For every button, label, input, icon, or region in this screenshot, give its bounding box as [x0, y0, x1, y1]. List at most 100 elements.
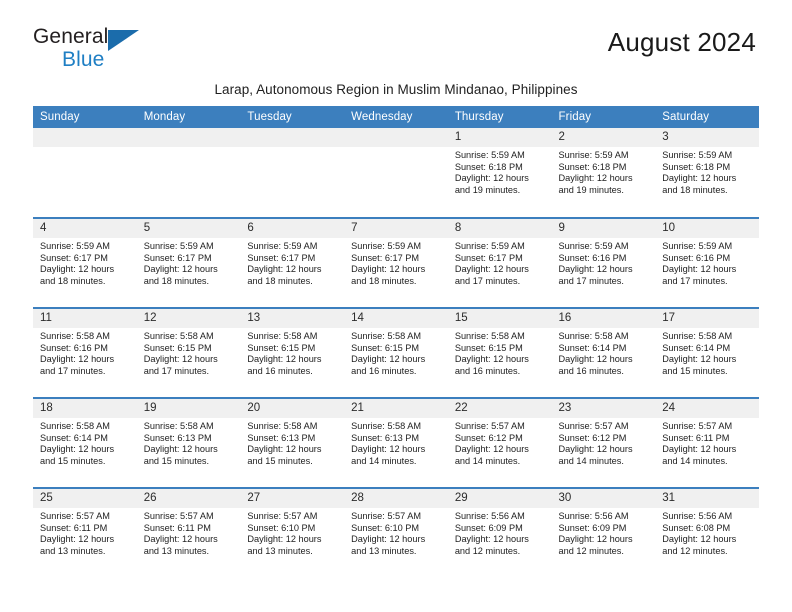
calendar-day-cell[interactable]: 4 Sunrise: 5:59 AM Sunset: 6:17 PM Daylight…	[33, 217, 137, 308]
day-sun-info: Sunrise: 5:59 AM Sunset: 6:16 PM Daylight:…	[655, 238, 759, 287]
sunrise-text: Sunrise: 5:57 AM	[143, 511, 214, 521]
calendar-day-cell[interactable]: 9 Sunrise: 5:59 AM Sunset: 6:16 PM Daylight…	[551, 217, 656, 308]
sunrise-text: Sunrise: 5:58 AM	[662, 331, 733, 341]
calendar-day-cell[interactable]: 10 Sunrise: 5:59 AM Sunset: 6:16 PM Dayligh…	[655, 217, 759, 308]
day-sun-info: Sunrise: 5:57 AM Sunset: 6:12 PM Daylight:…	[552, 418, 656, 467]
day-sun-info: Sunrise: 5:57 AM Sunset: 6:10 PM Daylight:…	[240, 508, 344, 557]
calendar-day-cell[interactable]: 25 Sunrise: 5:57 AM Sunset: 6:11 PM Dayligh…	[33, 487, 137, 578]
calendar-day-cell[interactable]: 13 Sunrise: 5:58 AM Sunset: 6:15 PM Dayligh…	[240, 307, 345, 398]
daylight-text: Daylight: 12 hours and 16 minutes.	[247, 354, 322, 376]
daylight-text: Daylight: 12 hours and 16 minutes.	[558, 354, 633, 376]
sunrise-text: Sunrise: 5:59 AM	[351, 241, 422, 251]
day-sun-info: Sunrise: 5:59 AM Sunset: 6:17 PM Daylight:…	[137, 238, 241, 287]
day-sun-info: Sunrise: 5:57 AM Sunset: 6:11 PM Daylight:…	[655, 418, 759, 467]
calendar-day-cell[interactable]: 19 Sunrise: 5:58 AM Sunset: 6:13 PM Dayligh…	[136, 397, 241, 488]
daylight-text: Daylight: 12 hours and 13 minutes.	[40, 534, 115, 556]
daylight-text: Daylight: 12 hours and 18 minutes.	[351, 264, 426, 286]
calendar-day-cell[interactable]: 11 Sunrise: 5:58 AM Sunset: 6:16 PM Dayligh…	[33, 307, 137, 398]
day-number: 11	[33, 309, 137, 328]
calendar-week-row: 4 Sunrise: 5:59 AM Sunset: 6:17 PM Daylight…	[33, 217, 759, 308]
sunrise-text: Sunrise: 5:57 AM	[662, 421, 733, 431]
general-blue-logo[interactable]: General Blue	[33, 26, 153, 72]
logo-primary-text: General	[33, 25, 109, 48]
day-number: 9	[551, 219, 656, 238]
sunset-text: Sunset: 6:15 PM	[454, 342, 523, 353]
weekday-header-saturday: Saturday	[655, 106, 759, 128]
calendar-day-cell[interactable]: 14 Sunrise: 5:58 AM Sunset: 6:15 PM Dayligh…	[344, 307, 448, 398]
page-title: August 2024	[607, 27, 756, 57]
day-sun-info: Sunrise: 5:59 AM Sunset: 6:17 PM Daylight:…	[344, 238, 448, 287]
calendar-day-cell[interactable]: 20 Sunrise: 5:58 AM Sunset: 6:13 PM Dayligh…	[240, 397, 345, 488]
calendar-day-cell[interactable]: 23 Sunrise: 5:57 AM Sunset: 6:12 PM Dayligh…	[551, 397, 656, 488]
logo-secondary-text: Blue	[62, 48, 105, 71]
daylight-text: Daylight: 12 hours and 15 minutes.	[247, 444, 322, 466]
day-number: 3	[655, 128, 759, 147]
daylight-text: Daylight: 12 hours and 16 minutes.	[351, 354, 426, 376]
calendar-day-cell-empty	[136, 128, 241, 218]
sunset-text: Sunset: 6:13 PM	[351, 432, 420, 443]
sunset-text: Sunset: 6:11 PM	[40, 522, 108, 533]
calendar-day-cell[interactable]: 17 Sunrise: 5:58 AM Sunset: 6:14 PM Dayligh…	[655, 307, 759, 398]
sunset-text: Sunset: 6:10 PM	[247, 522, 316, 533]
daylight-text: Daylight: 12 hours and 19 minutes.	[454, 173, 529, 195]
calendar-day-cell[interactable]: 30 Sunrise: 5:56 AM Sunset: 6:09 PM Dayligh…	[551, 487, 656, 578]
weekday-header-tuesday: Tuesday	[240, 106, 345, 128]
day-sun-info: Sunrise: 5:56 AM Sunset: 6:09 PM Daylight:…	[552, 508, 656, 557]
day-number: 21	[344, 399, 448, 418]
day-number: 10	[655, 219, 759, 238]
calendar-day-cell[interactable]: 1 Sunrise: 5:59 AM Sunset: 6:18 PM Daylight…	[447, 128, 552, 218]
calendar-day-cell[interactable]: 18 Sunrise: 5:58 AM Sunset: 6:14 PM Dayligh…	[33, 397, 137, 488]
sunset-text: Sunset: 6:14 PM	[40, 432, 108, 443]
day-sun-info: Sunrise: 5:59 AM Sunset: 6:18 PM Daylight:…	[655, 147, 759, 196]
calendar-day-cell[interactable]: 27 Sunrise: 5:57 AM Sunset: 6:10 PM Dayligh…	[240, 487, 345, 578]
daylight-text: Daylight: 12 hours and 13 minutes.	[247, 534, 322, 556]
calendar-day-cell[interactable]: 12 Sunrise: 5:58 AM Sunset: 6:15 PM Dayligh…	[136, 307, 241, 398]
day-sun-info: Sunrise: 5:58 AM Sunset: 6:16 PM Daylight:…	[33, 328, 137, 377]
day-sun-info: Sunrise: 5:58 AM Sunset: 6:14 PM Daylight:…	[33, 418, 137, 467]
calendar-day-cell[interactable]: 29 Sunrise: 5:56 AM Sunset: 6:09 PM Dayligh…	[447, 487, 552, 578]
day-number: 27	[240, 489, 345, 508]
calendar-day-cell[interactable]: 2 Sunrise: 5:59 AM Sunset: 6:18 PM Daylight…	[551, 128, 656, 218]
calendar-day-cell-empty	[240, 128, 345, 218]
calendar-day-cell-empty	[344, 128, 448, 218]
calendar-day-cell[interactable]: 8 Sunrise: 5:59 AM Sunset: 6:17 PM Daylight…	[447, 217, 552, 308]
day-sun-info: Sunrise: 5:58 AM Sunset: 6:15 PM Daylight:…	[137, 328, 241, 377]
calendar-day-cell[interactable]: 16 Sunrise: 5:58 AM Sunset: 6:14 PM Dayligh…	[551, 307, 656, 398]
calendar-day-cell[interactable]: 28 Sunrise: 5:57 AM Sunset: 6:10 PM Dayligh…	[344, 487, 448, 578]
daylight-text: Daylight: 12 hours and 12 minutes.	[558, 534, 633, 556]
calendar-day-cell[interactable]: 3 Sunrise: 5:59 AM Sunset: 6:18 PM Daylight…	[655, 128, 759, 218]
sunrise-text: Sunrise: 5:57 AM	[351, 511, 422, 521]
calendar-day-cell[interactable]: 22 Sunrise: 5:57 AM Sunset: 6:12 PM Dayligh…	[447, 397, 552, 488]
daylight-text: Daylight: 12 hours and 18 minutes.	[247, 264, 322, 286]
calendar-day-cell[interactable]: 21 Sunrise: 5:58 AM Sunset: 6:13 PM Dayligh…	[344, 397, 448, 488]
daylight-text: Daylight: 12 hours and 18 minutes.	[662, 173, 737, 195]
daylight-text: Daylight: 12 hours and 13 minutes.	[143, 534, 218, 556]
calendar-day-cell[interactable]: 24 Sunrise: 5:57 AM Sunset: 6:11 PM Dayligh…	[655, 397, 759, 488]
daylight-text: Daylight: 12 hours and 18 minutes.	[40, 264, 115, 286]
calendar-day-cell[interactable]: 6 Sunrise: 5:59 AM Sunset: 6:17 PM Daylight…	[240, 217, 345, 308]
sunrise-text: Sunrise: 5:59 AM	[662, 241, 733, 251]
daylight-text: Daylight: 12 hours and 15 minutes.	[40, 444, 115, 466]
calendar-day-cell[interactable]: 5 Sunrise: 5:59 AM Sunset: 6:17 PM Daylight…	[136, 217, 241, 308]
sunrise-text: Sunrise: 5:58 AM	[351, 421, 422, 431]
calendar-day-cell[interactable]: 31 Sunrise: 5:56 AM Sunset: 6:08 PM Dayligh…	[655, 487, 759, 578]
day-number: 14	[344, 309, 448, 328]
calendar-day-cell[interactable]: 26 Sunrise: 5:57 AM Sunset: 6:11 PM Dayligh…	[136, 487, 241, 578]
sunset-text: Sunset: 6:16 PM	[558, 252, 627, 263]
day-sun-info: Sunrise: 5:57 AM Sunset: 6:11 PM Daylight:…	[137, 508, 241, 557]
sunset-text: Sunset: 6:17 PM	[40, 252, 108, 263]
day-number: 18	[33, 399, 137, 418]
daylight-text: Daylight: 12 hours and 12 minutes.	[454, 534, 529, 556]
sunrise-text: Sunrise: 5:57 AM	[247, 511, 318, 521]
calendar-day-cell[interactable]: 15 Sunrise: 5:58 AM Sunset: 6:15 PM Dayligh…	[447, 307, 552, 398]
sunrise-text: Sunrise: 5:58 AM	[143, 421, 214, 431]
sunset-text: Sunset: 6:11 PM	[662, 432, 730, 443]
calendar-day-cell[interactable]: 7 Sunrise: 5:59 AM Sunset: 6:17 PM Daylight…	[344, 217, 448, 308]
day-number: 17	[655, 309, 759, 328]
sunset-text: Sunset: 6:15 PM	[143, 342, 212, 353]
sunrise-text: Sunrise: 5:58 AM	[143, 331, 214, 341]
sunrise-text: Sunrise: 5:57 AM	[558, 421, 629, 431]
sunrise-text: Sunrise: 5:59 AM	[143, 241, 214, 251]
daylight-text: Daylight: 12 hours and 14 minutes.	[351, 444, 426, 466]
daylight-text: Daylight: 12 hours and 12 minutes.	[662, 534, 737, 556]
